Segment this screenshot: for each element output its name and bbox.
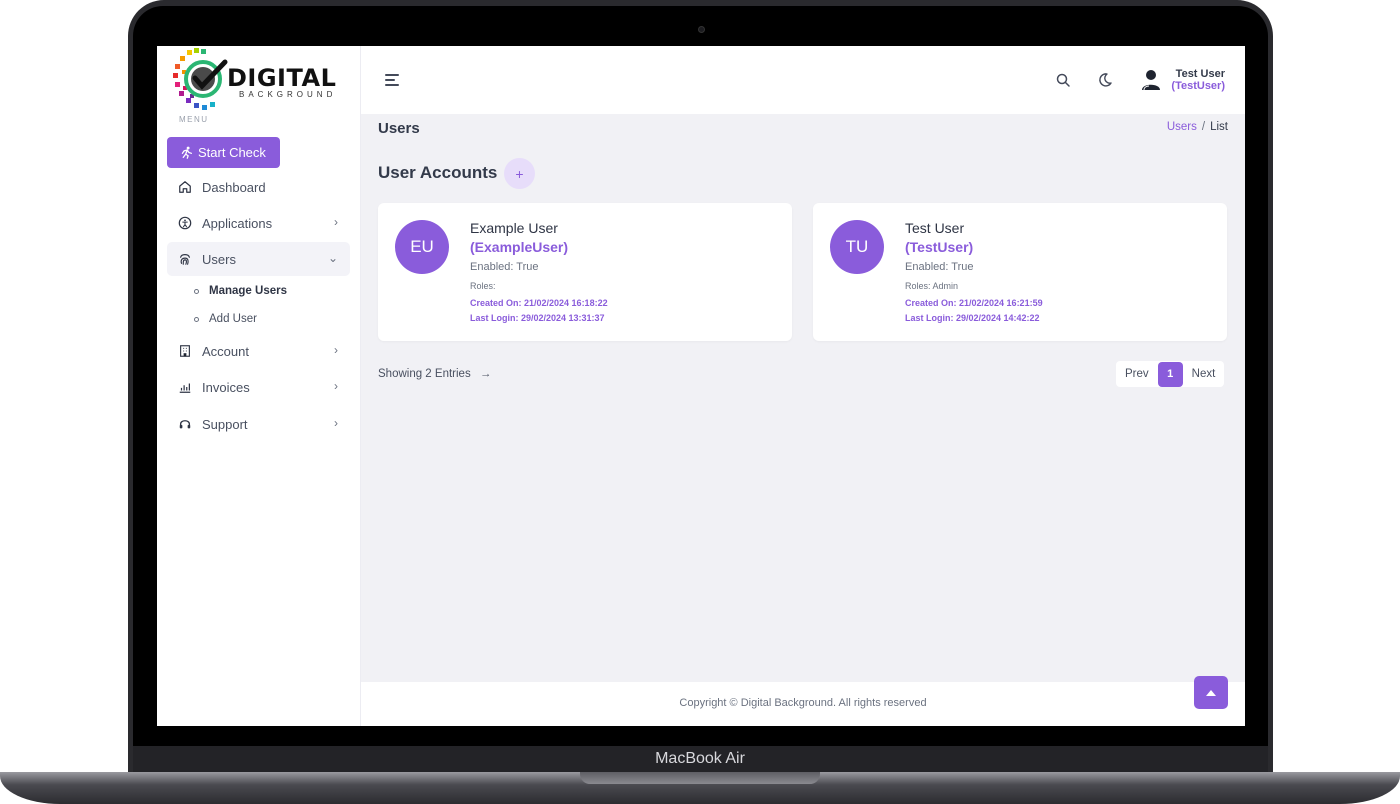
moon-icon[interactable] [1097,72,1113,88]
header-user-handle[interactable]: (TestUser) [1171,80,1225,92]
user-enabled-status: Enabled: True [905,261,974,273]
app-screen: DIGITAL BACKGROUND MENU Start Check Dash… [157,46,1245,726]
footer: Copyright © Digital Background. All righ… [361,682,1245,726]
building-icon [178,344,192,358]
sidebar-item-label: Applications [202,215,273,231]
user-handle[interactable]: (ExampleUser) [470,239,568,255]
chevron-right-icon: › [334,215,338,229]
chevron-right-icon: › [334,379,338,393]
user-roles: Roles: Admin [905,281,959,291]
hamburger-menu-icon[interactable] [385,74,401,86]
entries-count: Showing 2 Entries → [378,368,491,380]
avatar: EU [395,220,449,274]
brand-logo[interactable]: DIGITAL BACKGROUND [173,48,349,114]
accessibility-icon [178,216,192,230]
pagination-next-button[interactable]: Next [1183,368,1225,380]
scroll-to-top-button[interactable] [1194,676,1228,709]
chevron-down-icon: ⌄ [327,251,338,265]
copyright-text: Copyright © Digital Background. All righ… [679,697,927,709]
pagination-page-button[interactable]: 1 [1157,361,1183,387]
arrow-right-icon: → [479,368,492,380]
caret-up-icon [1206,690,1216,696]
pagination-prev-button[interactable]: Prev [1116,368,1158,380]
breadcrumb: Users / List [1167,121,1228,133]
fingerprint-icon [178,252,192,266]
user-last-login: Last Login: 29/02/2024 13:31:37 [470,313,605,323]
sidebar-item-support[interactable]: Support › [167,407,350,441]
user-name: Example User [470,220,558,236]
bullet-icon [194,288,199,294]
entries-label: Showing 2 Entries [378,368,471,380]
sidebar-subitem-label: Manage Users [209,285,287,297]
sidebar-subitem-label: Add User [209,313,257,325]
camera-icon [698,26,705,33]
sidebar-item-users[interactable]: Users ⌄ [167,242,350,276]
user-avatar-icon[interactable] [1139,68,1163,92]
sidebar-item-label: Dashboard [202,179,266,195]
user-roles: Roles: [470,281,496,291]
chevron-right-icon: › [334,416,338,430]
top-header: Test User (TestUser) [361,46,1245,114]
user-enabled-status: Enabled: True [470,261,539,273]
sidebar-item-label: Invoices [202,379,250,395]
sidebar-subitem-add-user[interactable]: Add User [194,313,257,325]
laptop-notch [580,772,820,784]
headset-icon [178,417,192,431]
sidebar-item-account[interactable]: Account › [167,334,350,368]
pagination: Prev 1 Next [1116,361,1225,387]
bullet-icon [194,316,199,322]
breadcrumb-separator: / [1201,121,1206,133]
running-person-icon [181,146,193,159]
sidebar-item-label: Account [202,343,249,359]
avatar: TU [830,220,884,274]
menu-label: MENU [179,115,209,124]
user-created-on: Created On: 21/02/2024 16:21:59 [905,298,1043,308]
breadcrumb-current: List [1210,121,1228,133]
search-icon[interactable] [1055,72,1071,88]
sidebar-subitem-manage-users[interactable]: Manage Users [194,285,287,297]
breadcrumb-link-users[interactable]: Users [1167,121,1197,133]
logo-title: DIGITAL [227,64,337,92]
header-user-name[interactable]: Test User [1176,68,1225,80]
sidebar-item-label: Users [202,251,236,267]
sidebar-item-invoices[interactable]: Invoices › [167,370,350,404]
chevron-right-icon: › [334,343,338,357]
add-user-button[interactable]: + [504,158,535,189]
sidebar-item-label: Support [202,416,248,432]
page-title: Users [378,120,420,137]
user-last-login: Last Login: 29/02/2024 14:42:22 [905,313,1040,323]
sidebar-item-applications[interactable]: Applications › [167,206,350,240]
logo-subtitle: BACKGROUND [239,90,337,99]
user-card[interactable]: EU Example User (ExampleUser) Enabled: T… [378,203,792,341]
bar-chart-icon [178,380,192,394]
user-handle[interactable]: (TestUser) [905,239,973,255]
start-check-label: Start Check [198,145,266,160]
section-title: User Accounts [378,163,498,182]
start-check-button[interactable]: Start Check [167,137,280,168]
sidebar-item-dashboard[interactable]: Dashboard [167,170,350,204]
user-card[interactable]: TU Test User (TestUser) Enabled: True Ro… [813,203,1227,341]
user-created-on: Created On: 21/02/2024 16:18:22 [470,298,608,308]
logo-mark-icon [173,48,228,110]
sidebar: DIGITAL BACKGROUND MENU Start Check Dash… [157,46,361,726]
user-name: Test User [905,220,965,236]
device-label: MacBook Air [655,750,745,767]
home-icon [178,180,192,194]
